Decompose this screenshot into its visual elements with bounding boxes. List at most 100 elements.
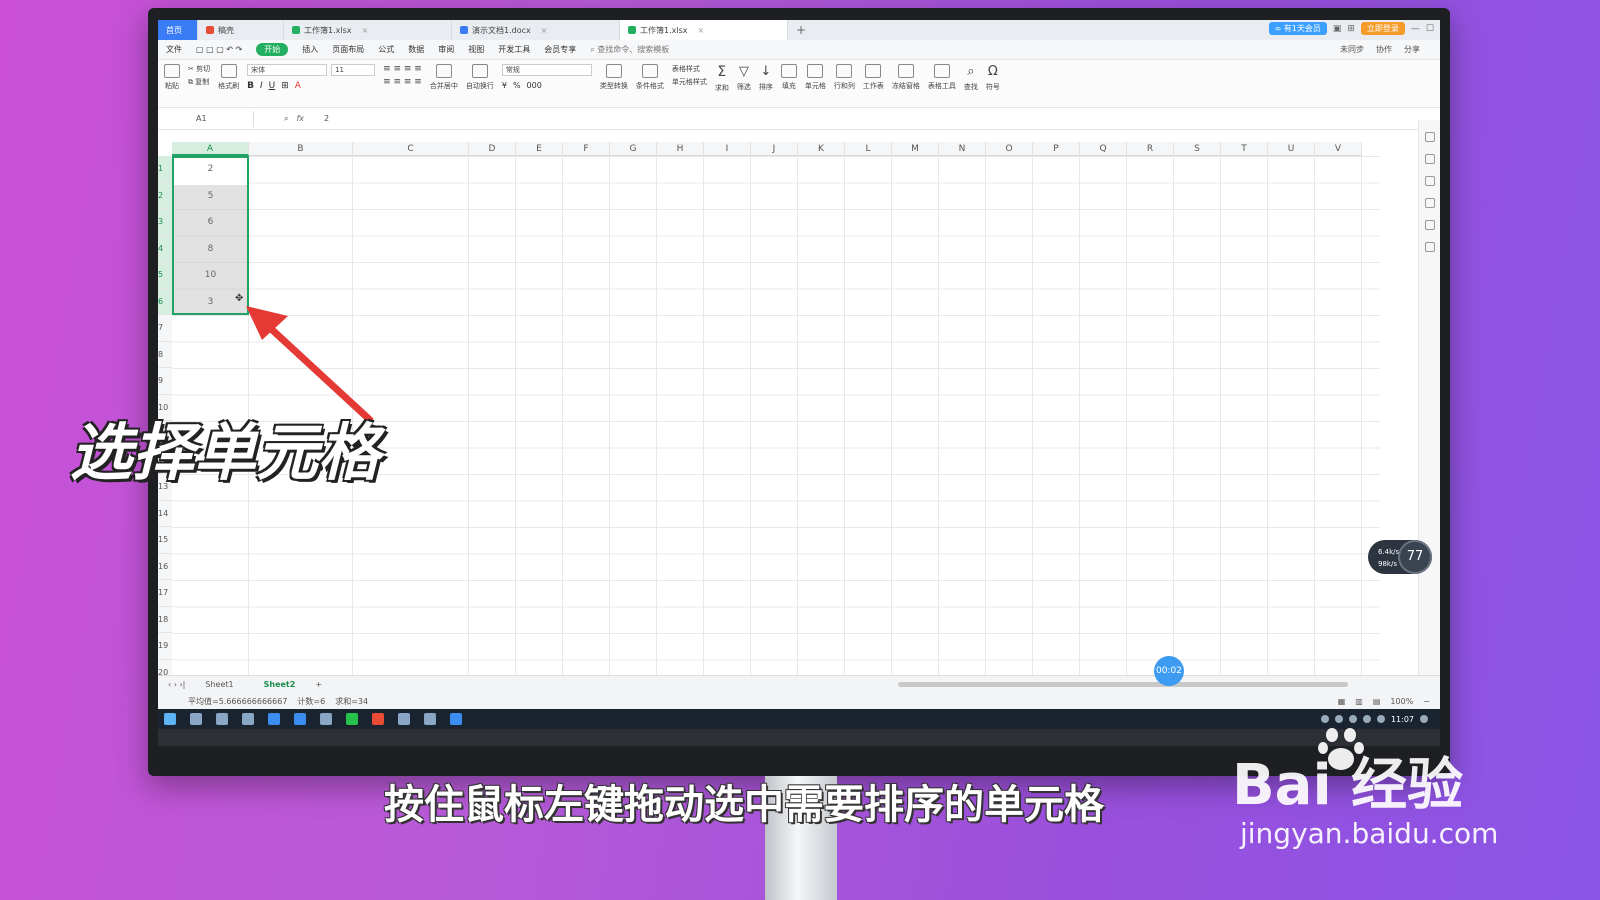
align-icons[interactable]: ≡ ≡ ≡ ≡ (383, 64, 422, 74)
column-header-H[interactable]: H (657, 142, 704, 156)
bold-button[interactable]: B (247, 81, 254, 91)
app-icon[interactable] (424, 713, 436, 725)
tab-doc-2[interactable]: 工作簿1.xlsx × (284, 20, 452, 40)
currency-icon[interactable]: ¥ (502, 81, 507, 90)
horizontal-scrollbar[interactable] (898, 682, 1348, 687)
tray-icon[interactable] (1348, 715, 1357, 723)
column-header-K[interactable]: K (798, 142, 845, 156)
tab-doc-1[interactable]: 稿壳 (198, 20, 284, 40)
tab-home[interactable]: 首页 (158, 20, 198, 40)
tray-icon[interactable] (1320, 715, 1329, 723)
worksheet-button[interactable]: 工作表 (863, 64, 884, 91)
tab-doc-active[interactable]: 工作簿1.xlsx × (620, 20, 788, 40)
percent-icon[interactable]: % (513, 81, 521, 90)
sheet-tab-2[interactable]: Sheet2 (254, 680, 306, 689)
row-header-9[interactable]: 9 (158, 368, 172, 395)
maximize-icon[interactable]: ☐ (1426, 24, 1434, 34)
row-header-19[interactable]: 19 (158, 633, 172, 660)
cell-A1[interactable]: 2 (172, 156, 249, 183)
close-icon[interactable]: × (541, 26, 548, 35)
menu-member[interactable]: 会员专享 (544, 44, 576, 55)
sort-button[interactable]: ↓ 排序 (759, 64, 773, 92)
task-view-icon[interactable] (242, 713, 254, 725)
command-search[interactable]: ⌕ 查找命令、搜索模板 (590, 44, 669, 55)
freeze-button[interactable]: 冻结窗格 (892, 64, 920, 91)
column-header-Q[interactable]: Q (1080, 142, 1127, 156)
column-header-M[interactable]: M (892, 142, 939, 156)
clock[interactable]: 11:07 (1391, 715, 1414, 724)
minimize-icon[interactable]: — (1411, 24, 1420, 34)
column-header-V[interactable]: V (1315, 142, 1362, 156)
cell-A4[interactable]: 8 (172, 236, 249, 263)
sync-button[interactable]: 未同步 (1340, 44, 1364, 55)
merge-button[interactable]: 合并居中 (430, 64, 458, 91)
add-sheet-button[interactable]: + (315, 680, 322, 689)
row-header-14[interactable]: 14 (158, 500, 172, 527)
font-size-select[interactable]: 11 (331, 64, 376, 76)
login-button[interactable]: 立即登录 (1360, 22, 1405, 35)
column-header-R[interactable]: R (1127, 142, 1174, 156)
find-button[interactable]: ⌕ 查找 (964, 64, 978, 92)
menu-formulas[interactable]: 公式 (378, 44, 394, 55)
column-header-D[interactable]: D (469, 142, 516, 156)
panel-icon[interactable] (1424, 242, 1435, 252)
row-header-8[interactable]: 8 (158, 341, 172, 368)
tray-icon[interactable] (1334, 715, 1343, 723)
row-header-5[interactable]: 5 (158, 262, 172, 289)
layout-icon[interactable]: ▣ (1333, 24, 1342, 34)
menu-home[interactable]: 开始 (256, 43, 289, 56)
app-icon[interactable] (294, 713, 306, 725)
zoom-icon[interactable]: ⌕ (254, 114, 288, 124)
cut-button[interactable]: ✂ 剪切 (188, 64, 210, 74)
type-convert-button[interactable]: 类型转换 (600, 64, 628, 91)
collab-button[interactable]: 协作 (1376, 44, 1392, 55)
cell-A3[interactable]: 6 (172, 209, 249, 236)
font-name-select[interactable]: 宋体 (247, 64, 328, 76)
fx-icon[interactable]: fx (288, 114, 312, 123)
column-header-E[interactable]: E (516, 142, 563, 156)
cell-style-button[interactable]: 单元格样式 (672, 77, 707, 87)
underline-button[interactable]: U (269, 81, 276, 91)
copy-button[interactable]: ⧉ 复制 (188, 77, 209, 87)
format-painter-button[interactable]: 格式刷 (218, 64, 239, 91)
column-header-L[interactable]: L (845, 142, 892, 156)
cortana-icon[interactable] (216, 713, 228, 725)
new-tab-button[interactable]: + (788, 23, 814, 37)
symbol-button[interactable]: Ω 符号 (986, 64, 1000, 92)
cell-button[interactable]: 单元格 (805, 64, 826, 91)
app-icon[interactable] (398, 713, 410, 725)
search-icon[interactable] (190, 713, 202, 725)
view-normal-icon[interactable]: ▦ (1338, 697, 1346, 706)
column-header-U[interactable]: U (1268, 142, 1315, 156)
column-header-O[interactable]: O (986, 142, 1033, 156)
browser-icon[interactable] (320, 713, 332, 725)
wrap-button[interactable]: 自动换行 (466, 64, 494, 91)
sheet-tab-1[interactable]: Sheet1 (195, 680, 243, 689)
panel-icon[interactable] (1424, 132, 1435, 142)
tab-doc-3[interactable]: 演示文档1.docx × (452, 20, 620, 40)
row-header-2[interactable]: 2 (158, 182, 172, 209)
share-button[interactable]: 分享 (1404, 44, 1420, 55)
row-header-16[interactable]: 16 (158, 553, 172, 580)
wps-icon[interactable] (372, 713, 384, 725)
number-format-select[interactable]: 常规 (501, 64, 592, 76)
name-box[interactable]: A1 (158, 110, 254, 127)
quick-access-icons[interactable]: ▢ ▢ ▢ ↶ ↷ (196, 45, 242, 54)
fill-button[interactable]: 填充 (780, 64, 797, 91)
menu-insert[interactable]: 插入 (302, 44, 318, 55)
notification-icon[interactable] (1420, 715, 1428, 723)
menu-view[interactable]: 视图 (468, 44, 484, 55)
panel-icon[interactable] (1424, 198, 1435, 208)
menu-page-layout[interactable]: 页面布局 (332, 44, 364, 55)
row-header-7[interactable]: 7 (158, 315, 172, 342)
italic-button[interactable]: I (260, 81, 263, 91)
grid-icon[interactable]: ⊞ (1347, 24, 1355, 34)
row-header-6[interactable]: 6 (158, 288, 172, 315)
column-header-B[interactable]: B (249, 142, 353, 156)
wechat-icon[interactable] (346, 713, 358, 725)
menu-data[interactable]: 数据 (408, 44, 424, 55)
panel-icon[interactable] (1424, 176, 1435, 186)
sum-button[interactable]: Σ 求和 (715, 64, 729, 93)
paste-button[interactable]: 粘贴 (164, 64, 180, 91)
zoom-out-icon[interactable]: − (1423, 697, 1430, 706)
